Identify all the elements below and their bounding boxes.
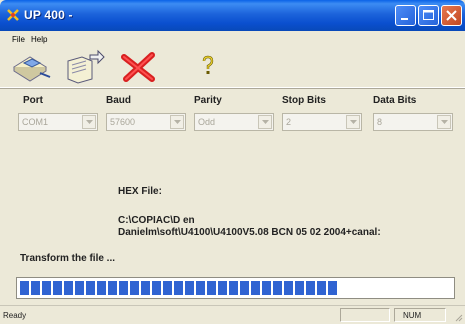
progress-segment <box>240 281 249 295</box>
progress-segment <box>141 281 150 295</box>
progress-segment <box>306 281 315 295</box>
port-select[interactable]: COM1 <box>18 113 98 131</box>
progress-segment <box>97 281 106 295</box>
resize-grip-icon[interactable] <box>453 312 463 322</box>
open-file-button[interactable] <box>62 49 106 85</box>
progress-segment <box>119 281 128 295</box>
minimize-icon <box>401 18 408 20</box>
maximize-icon <box>423 10 434 20</box>
menu-help[interactable]: Help <box>31 35 47 44</box>
connect-button[interactable] <box>10 49 54 85</box>
port-value: COM1 <box>22 117 49 127</box>
status-panel-empty <box>340 308 390 322</box>
progress-segment <box>328 281 337 295</box>
progress-segment <box>163 281 172 295</box>
status-panel-num: NUM <box>394 308 446 322</box>
port-dropdown-arrow[interactable] <box>82 115 96 129</box>
progress-segment <box>42 281 51 295</box>
menu-bar: File Help <box>0 31 465 47</box>
progress-segment <box>262 281 271 295</box>
app-icon <box>6 8 20 22</box>
chevron-down-icon <box>441 120 448 124</box>
baud-dropdown-arrow[interactable] <box>170 115 184 129</box>
progress-segment <box>53 281 62 295</box>
baud-value: 57600 <box>110 117 136 127</box>
minimize-button[interactable] <box>395 5 416 26</box>
connect-icon <box>13 56 51 82</box>
help-icon <box>202 55 214 74</box>
hex-file-label: HEX File: <box>118 186 162 197</box>
stop-bits-select[interactable]: 2 <box>282 113 362 131</box>
stop-bits-label: Stop Bits <box>282 95 326 106</box>
chevron-down-icon <box>86 120 93 124</box>
progress-segment <box>75 281 84 295</box>
main-window: UP 400 - File Help Port Baud Parity Stop… <box>0 0 465 324</box>
data-bits-dropdown-arrow[interactable] <box>437 115 451 129</box>
stop-bits-dropdown-arrow[interactable] <box>346 115 360 129</box>
stop-bits-value: 2 <box>286 117 292 127</box>
status-bar: Ready NUM <box>0 305 465 324</box>
progress-segment <box>229 281 238 295</box>
close-button[interactable] <box>441 5 462 26</box>
transform-status-label: Transform the file ... <box>20 253 116 264</box>
progress-segment <box>218 281 227 295</box>
maximize-button[interactable] <box>418 5 439 26</box>
num-indicator: NUM <box>403 311 422 320</box>
cancel-icon <box>121 52 155 82</box>
status-text: Ready <box>3 311 27 320</box>
port-label: Port <box>23 95 43 106</box>
progress-segment <box>251 281 260 295</box>
progress-segment <box>130 281 139 295</box>
progress-segment <box>273 281 282 295</box>
progress-segment <box>108 281 117 295</box>
progress-segment <box>86 281 95 295</box>
baud-select[interactable]: 57600 <box>106 113 186 131</box>
close-icon <box>446 10 457 21</box>
toolbar <box>0 47 465 88</box>
chevron-down-icon <box>350 120 357 124</box>
progress-segment <box>174 281 183 295</box>
parity-dropdown-arrow[interactable] <box>258 115 272 129</box>
data-bits-select[interactable]: 8 <box>373 113 453 131</box>
parity-label: Parity <box>194 95 222 106</box>
cancel-button[interactable] <box>116 49 160 85</box>
data-bits-value: 8 <box>377 117 383 127</box>
progress-segment <box>185 281 194 295</box>
progress-segment <box>317 281 326 295</box>
progress-segment <box>152 281 161 295</box>
help-button[interactable] <box>186 49 230 85</box>
menu-file[interactable]: File <box>12 35 25 44</box>
progress-fill <box>20 281 337 295</box>
title-bar[interactable]: UP 400 - <box>0 0 465 31</box>
open-file-icon <box>67 49 105 84</box>
hex-file-path-line2: Danielm\soft\U4100\U4100V5.08 BCN 05 02 … <box>118 227 381 238</box>
window-title: UP 400 - <box>24 8 73 22</box>
progress-segment <box>295 281 304 295</box>
hex-file-path-line1: C:\COPIAC\D en <box>118 215 195 226</box>
progress-segment <box>207 281 216 295</box>
baud-label: Baud <box>106 95 131 106</box>
parity-value: Odd <box>198 117 216 127</box>
progress-segment <box>64 281 73 295</box>
chevron-down-icon <box>262 120 269 124</box>
data-bits-label: Data Bits <box>373 95 417 106</box>
progress-segment <box>20 281 29 295</box>
progress-segment <box>31 281 40 295</box>
chevron-down-icon <box>174 120 181 124</box>
parity-select[interactable]: Odd <box>194 113 274 131</box>
progress-segment <box>284 281 293 295</box>
progress-segment <box>196 281 205 295</box>
progress-bar <box>16 277 455 299</box>
